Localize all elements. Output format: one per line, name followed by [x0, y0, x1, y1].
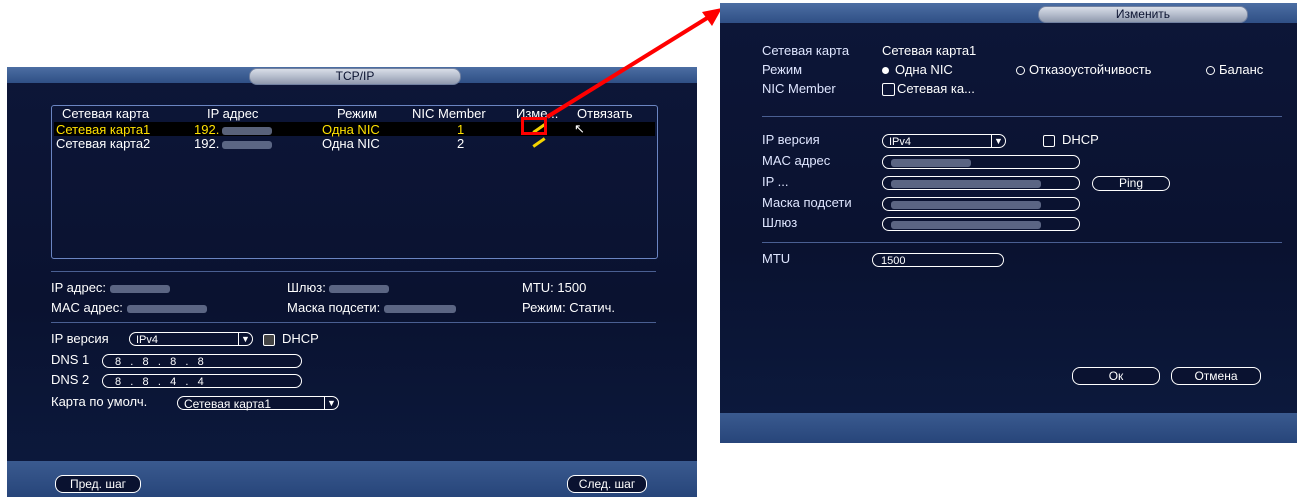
- member-label: NIC Member: [762, 81, 836, 96]
- info-mtu: MTU: 1500: [522, 280, 587, 295]
- ip-version-label: IP версия: [762, 132, 820, 147]
- dns2-field[interactable]: 8 . 8 . 4 . 4: [102, 374, 302, 388]
- cursor-icon: ↖: [574, 121, 585, 136]
- dhcp-label: DHCP: [282, 331, 319, 346]
- member-checkbox[interactable]: Сетевая ка...: [882, 81, 975, 97]
- col-header-mode[interactable]: Режим: [337, 106, 377, 121]
- mask-label: Маска подсети: [762, 195, 852, 210]
- member: 1: [457, 122, 465, 137]
- chevron-down-icon: ▼: [238, 332, 252, 346]
- mac-field[interactable]: [882, 155, 1080, 169]
- dns2-label: DNS 2: [51, 372, 90, 387]
- ip-version-label: IP версия: [51, 331, 109, 346]
- divider: [762, 116, 1282, 117]
- nic-table: Сетевая карта IP адрес Режим NIC Member …: [51, 105, 658, 259]
- prev-step-button[interactable]: Пред. шаг: [55, 475, 141, 493]
- dhcp-checkbox[interactable]: [263, 334, 275, 346]
- col-header-unbind[interactable]: Отвязать: [577, 106, 633, 121]
- mode: Одна NIC: [322, 136, 380, 151]
- ip-address: 192.: [194, 136, 273, 151]
- mode-option-failover[interactable]: Отказоустойчивость: [1016, 62, 1151, 77]
- col-header-ip[interactable]: IP адрес: [207, 106, 258, 121]
- gateway-label: Шлюз: [762, 215, 798, 230]
- ip-field[interactable]: [882, 176, 1080, 190]
- ok-button[interactable]: Ок: [1072, 367, 1160, 385]
- card-label: Сетевая карта: [762, 43, 850, 58]
- dns1-field[interactable]: 8 . 8 . 8 . 8: [102, 354, 302, 368]
- cancel-button[interactable]: Отмена: [1171, 367, 1261, 385]
- info-mac: MAC адрес:: [51, 300, 207, 315]
- info-gateway: Шлюз:: [287, 280, 390, 295]
- dhcp-label: DHCP: [1062, 132, 1099, 147]
- card-value: Сетевая карта1: [882, 43, 977, 58]
- col-header-member[interactable]: NIC Member: [412, 106, 486, 121]
- ip-version-select[interactable]: IPv4 ▼: [129, 332, 253, 346]
- next-step-button[interactable]: След. шаг: [567, 475, 647, 493]
- table-row[interactable]: Сетевая карта1 192. Одна NIC 1 ↖: [54, 121, 655, 137]
- dns1-label: DNS 1: [51, 352, 90, 367]
- ip-version-select[interactable]: IPv4 ▼: [882, 134, 1006, 148]
- default-card-label: Карта по умолч.: [51, 394, 148, 409]
- default-card-select[interactable]: Сетевая карта1 ▼: [177, 396, 339, 411]
- table-row[interactable]: Сетевая карта2 192. Одна NIC 2: [54, 136, 655, 151]
- divider: [762, 242, 1282, 243]
- chevron-down-icon: ▼: [324, 396, 338, 410]
- edit-window: Изменить Сетевая карта Сетевая карта1 Ре…: [720, 3, 1297, 443]
- divider: [51, 271, 656, 272]
- mask-field[interactable]: [882, 197, 1080, 211]
- window-title: TCP/IP: [249, 68, 461, 85]
- mac-label: MAC адрес: [762, 153, 831, 168]
- info-mode: Режим: Статич.: [522, 300, 616, 315]
- tcpip-window: TCP/IP Сетевая карта IP адрес Режим NIC …: [7, 67, 697, 497]
- mode-option-balance[interactable]: Баланс: [1206, 62, 1263, 77]
- chevron-down-icon: ▼: [991, 134, 1005, 148]
- card-name: Сетевая карта1: [56, 122, 151, 137]
- bottom-bar: [720, 413, 1297, 443]
- divider: [51, 322, 656, 323]
- ip-label: IP ...: [762, 174, 789, 189]
- col-header-card[interactable]: Сетевая карта: [62, 106, 149, 121]
- mtu-label: MTU: [762, 251, 791, 266]
- card-name: Сетевая карта2: [56, 136, 151, 151]
- highlight-box: [521, 117, 547, 135]
- ip-address: 192.: [194, 122, 273, 137]
- mode: Одна NIC: [322, 122, 380, 137]
- window-title: Изменить: [1038, 6, 1248, 23]
- gateway-field[interactable]: [882, 217, 1080, 231]
- info-ip: IP адрес:: [51, 280, 170, 295]
- info-mask: Маска подсети:: [287, 300, 456, 315]
- mode-label: Режим: [762, 62, 803, 77]
- member: 2: [457, 136, 465, 151]
- mtu-field[interactable]: 1500: [872, 253, 1004, 267]
- mode-option-single[interactable]: Одна NIC: [882, 62, 953, 77]
- dhcp-checkbox[interactable]: [1043, 135, 1055, 147]
- ping-button[interactable]: Ping: [1092, 176, 1170, 191]
